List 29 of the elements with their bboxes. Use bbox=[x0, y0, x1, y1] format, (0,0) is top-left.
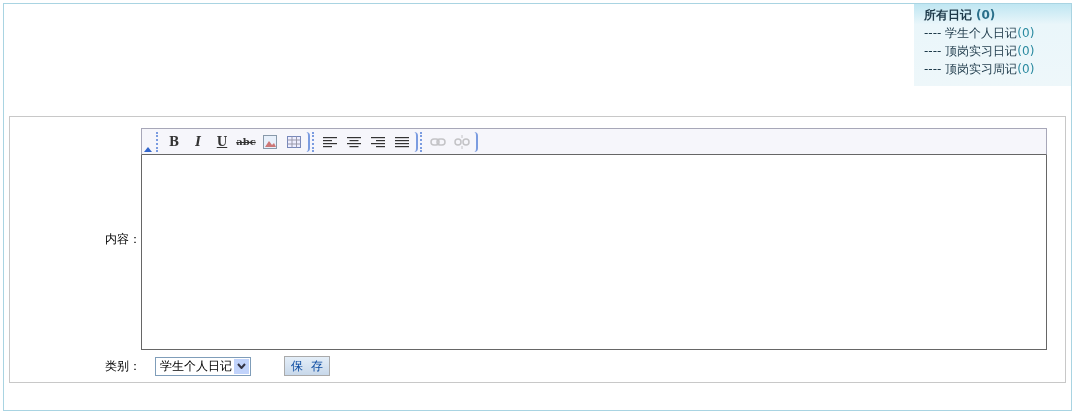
bold-button[interactable]: B bbox=[164, 131, 184, 152]
menu-item[interactable]: 顶岗实习周记 bbox=[945, 61, 1018, 77]
table-icon bbox=[287, 135, 301, 148]
unlink-icon bbox=[454, 134, 470, 149]
strike-button[interactable]: abc bbox=[236, 131, 256, 152]
menu-count: (0) bbox=[1017, 43, 1035, 59]
content-label: 内容： bbox=[104, 230, 141, 248]
category-select[interactable]: 学生个人日记 bbox=[155, 356, 251, 376]
dash-prefix: ---- bbox=[924, 61, 942, 77]
menu-title[interactable]: 所有日记 bbox=[924, 7, 972, 23]
link-icon bbox=[430, 136, 446, 147]
category-label: 类别： bbox=[104, 357, 141, 375]
image-icon bbox=[263, 134, 277, 149]
dash-prefix: ---- bbox=[924, 43, 942, 59]
align-right-icon bbox=[371, 135, 385, 148]
align-left-icon bbox=[323, 135, 337, 148]
menu-item[interactable]: 学生个人日记 bbox=[945, 25, 1018, 41]
menu-item[interactable]: 顶岗实习日记 bbox=[945, 43, 1018, 59]
menu-count: (0) bbox=[1017, 61, 1035, 77]
italic-button[interactable]: I bbox=[188, 131, 208, 152]
menu-count: (0) bbox=[976, 7, 996, 23]
dropdown-icon bbox=[237, 363, 246, 369]
justify-icon bbox=[395, 135, 409, 148]
menu-count: (0) bbox=[1017, 25, 1035, 41]
dash-prefix: ---- bbox=[924, 25, 942, 41]
underline-button[interactable]: U bbox=[212, 131, 232, 152]
save-button[interactable]: 保 存 bbox=[284, 356, 330, 376]
align-center-icon bbox=[347, 135, 361, 148]
collapse-icon[interactable] bbox=[144, 147, 152, 152]
